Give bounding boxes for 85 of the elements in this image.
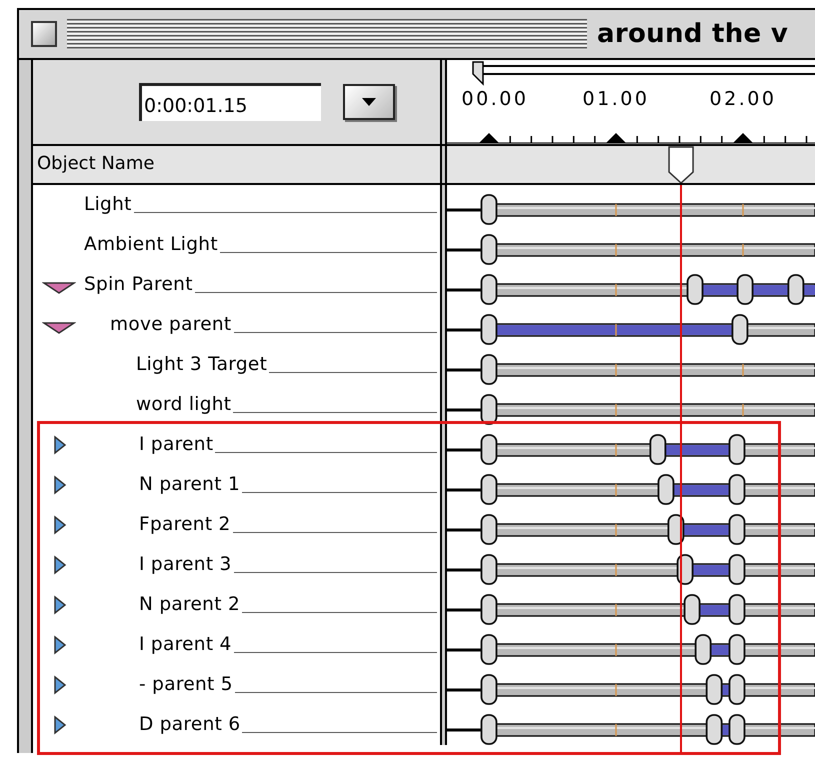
- second-marker: [742, 404, 744, 416]
- keyframe-handle[interactable]: [480, 554, 498, 585]
- object-name[interactable]: Light 3 Target: [136, 354, 268, 376]
- keyframe-handle[interactable]: [728, 594, 746, 625]
- keyframe-handle[interactable]: [480, 394, 498, 425]
- keyframe-handle[interactable]: [728, 634, 746, 665]
- second-marker: [615, 684, 617, 696]
- time-menu-button[interactable]: [343, 84, 395, 120]
- keyframe-handle[interactable]: [480, 274, 498, 305]
- disclosure-triangle-icon[interactable]: [42, 281, 76, 295]
- keyframe-handle[interactable]: [480, 674, 498, 705]
- keyframe-handle[interactable]: [728, 514, 746, 545]
- disclosure-triangle-icon[interactable]: [53, 475, 67, 495]
- second-marker: [615, 284, 617, 296]
- playhead-handle[interactable]: [668, 146, 694, 183]
- keyframe-handle[interactable]: [480, 514, 498, 545]
- keyframe-handle[interactable]: [684, 594, 700, 625]
- keyframe-handle[interactable]: [728, 434, 746, 465]
- second-marker: [615, 644, 617, 656]
- disclosure-triangle-icon[interactable]: [53, 635, 67, 655]
- disclosure-triangle-icon[interactable]: [53, 675, 67, 695]
- keyframe-handle[interactable]: [649, 434, 666, 465]
- caret-icon: [362, 98, 376, 106]
- object-name[interactable]: Fparent 2: [139, 514, 231, 536]
- keyframe-handle[interactable]: [728, 554, 746, 585]
- second-marker: [615, 564, 617, 576]
- keyframe-handle[interactable]: [728, 474, 746, 505]
- second-marker: [615, 244, 617, 256]
- range-handle[interactable]: [472, 61, 484, 86]
- second-marker: [615, 364, 617, 376]
- second-marker: [615, 324, 617, 336]
- time-field[interactable]: 0:00:01.15: [139, 83, 321, 121]
- keyframe-handle[interactable]: [658, 474, 674, 505]
- object-name[interactable]: I parent: [139, 434, 214, 456]
- keyframe-handle[interactable]: [480, 194, 498, 225]
- keyframe-handle[interactable]: [706, 714, 723, 745]
- keyframe-handle[interactable]: [480, 714, 498, 745]
- ruler-label: 02.00: [710, 88, 776, 110]
- object-name[interactable]: Ambient Light: [84, 234, 218, 256]
- object-name[interactable]: Spin Parent: [84, 274, 193, 296]
- second-marker: [615, 404, 617, 416]
- second-marker: [615, 484, 617, 496]
- keyframe-handle[interactable]: [694, 634, 712, 665]
- second-marker: [615, 204, 617, 216]
- disclosure-triangle-icon[interactable]: [53, 435, 67, 455]
- keyframe-handle[interactable]: [480, 474, 498, 505]
- object-name[interactable]: - parent 5: [139, 674, 233, 696]
- ruler-label: 00.00: [462, 88, 528, 110]
- second-marker: [742, 244, 744, 256]
- second-marker: [615, 604, 617, 616]
- keyframe-handle[interactable]: [686, 274, 704, 305]
- window-title: around the v: [597, 19, 788, 49]
- close-box[interactable]: [31, 21, 57, 47]
- object-name[interactable]: I parent 4: [139, 634, 232, 656]
- keyframe-handle[interactable]: [480, 434, 498, 465]
- keyframe-handle[interactable]: [480, 354, 498, 385]
- second-marker: [615, 444, 617, 456]
- keyframe-handle[interactable]: [732, 314, 748, 345]
- object-name[interactable]: D parent 6: [139, 714, 240, 736]
- keyframe-handle[interactable]: [736, 274, 754, 305]
- object-name[interactable]: N parent 1: [139, 474, 240, 496]
- second-marker: [615, 724, 617, 736]
- keyframe-handle[interactable]: [728, 714, 746, 745]
- object-name[interactable]: word light: [136, 394, 232, 416]
- keyframe-handle[interactable]: [728, 674, 746, 705]
- object-name[interactable]: N parent 2: [139, 594, 240, 616]
- keyframe-handle[interactable]: [480, 594, 498, 625]
- keyframe-handle[interactable]: [480, 634, 498, 665]
- keyframe-handle[interactable]: [480, 234, 498, 265]
- second-marker: [742, 204, 744, 216]
- disclosure-triangle-icon[interactable]: [42, 321, 76, 335]
- column-header: Object Name: [36, 152, 156, 176]
- second-marker: [742, 364, 744, 376]
- keyframe-handle[interactable]: [480, 314, 498, 345]
- second-marker: [615, 524, 617, 536]
- ruler-label: 01.00: [582, 88, 650, 110]
- keyframe-handle[interactable]: [706, 674, 723, 705]
- object-name[interactable]: move parent: [110, 314, 232, 336]
- object-name[interactable]: Light: [84, 194, 132, 216]
- disclosure-triangle-icon[interactable]: [53, 555, 67, 575]
- disclosure-triangle-icon[interactable]: [53, 515, 67, 535]
- disclosure-triangle-icon[interactable]: [53, 715, 67, 735]
- keyframe-handle[interactable]: [787, 274, 804, 305]
- object-name[interactable]: I parent 3: [139, 554, 232, 576]
- disclosure-triangle-icon[interactable]: [53, 595, 67, 615]
